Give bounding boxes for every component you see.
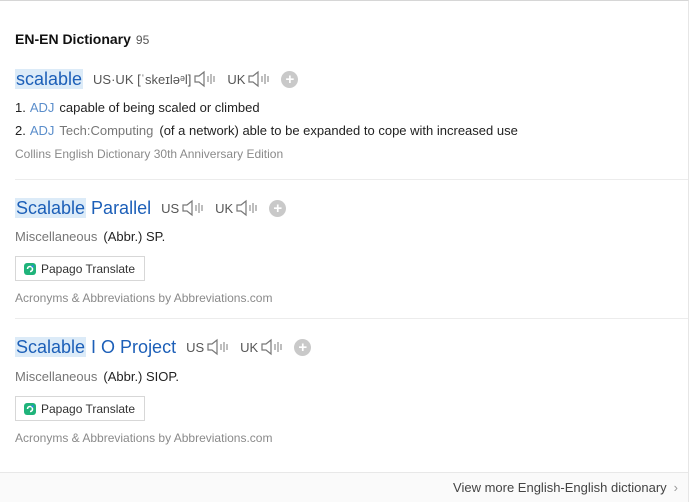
pronunciation-uk: UK	[227, 71, 246, 87]
papago-translate-button[interactable]: Papago Translate	[15, 396, 146, 421]
sense-item: 1. ADJ capable of being scaled or climbe…	[15, 96, 688, 119]
chevron-right-icon: ›	[673, 480, 678, 495]
pronunciation-uk: UK	[215, 200, 234, 216]
definition-line: Miscellaneous (Abbr.) SIOP.	[15, 365, 688, 388]
part-of-speech: ADJ	[29, 123, 55, 138]
pronunciation-us-uk: US·UK [ˈskeɪləᵊl]	[93, 71, 192, 87]
source-credit: Collins English Dictionary 30th Annivers…	[15, 147, 284, 161]
definition-text: (Abbr.) SP.	[103, 229, 166, 244]
definition-line: Miscellaneous (Abbr.) SP.	[15, 225, 688, 248]
sense-item: 2. ADJ Tech:Computing (of a network) abl…	[15, 119, 688, 142]
entry-scalable-io-project: Scalable I O Project US UK + Miscellaneo…	[15, 334, 688, 445]
papago-label: Papago Translate	[41, 261, 136, 276]
speaker-icon[interactable]	[235, 199, 261, 217]
pronunciation-us: US	[161, 200, 180, 216]
papago-row: Papago Translate	[15, 396, 688, 421]
plus-icon[interactable]: +	[294, 338, 312, 356]
subject-field: Tech:Computing	[59, 123, 154, 138]
plus-icon[interactable]: +	[269, 199, 287, 217]
papago-translate-button[interactable]: Papago Translate	[15, 256, 146, 281]
speaker-icon[interactable]	[247, 70, 273, 88]
definition-text: (Abbr.) SIOP.	[103, 369, 180, 384]
sense-text: (of a network) able to be expanded to co…	[159, 123, 518, 138]
sense-number: 2.	[15, 123, 26, 138]
papago-icon	[24, 262, 36, 275]
source-credit: Acronyms & Abbreviations by Abbreviation…	[15, 431, 273, 445]
papago-row: Papago Translate	[15, 256, 688, 281]
plus-icon[interactable]: +	[281, 70, 299, 88]
part-of-speech: ADJ	[29, 100, 55, 115]
papago-icon	[24, 402, 36, 415]
category-label: Miscellaneous	[15, 369, 98, 384]
entry-scalable-parallel: Scalable Parallel US UK + Miscellaneous …	[15, 195, 688, 305]
headword-rest: I O Project	[86, 336, 177, 357]
speaker-icon[interactable]	[193, 70, 219, 88]
headword-highlight: scalable	[15, 68, 84, 89]
dictionary-header: EN-EN Dictionary 95	[15, 31, 149, 47]
footer-bar: View more English-English dictionary ›	[0, 472, 688, 502]
speaker-icon[interactable]	[260, 338, 286, 356]
headword-link[interactable]: Scalable I O Project	[15, 336, 177, 358]
speaker-icon[interactable]	[206, 338, 232, 356]
pronunciation-uk: UK	[240, 339, 259, 355]
divider	[15, 318, 688, 319]
papago-label: Papago Translate	[41, 401, 136, 416]
dictionary-panel: EN-EN Dictionary 95 scalable US·UK [ˈske…	[0, 0, 689, 502]
entry-head: Scalable I O Project US UK +	[15, 334, 688, 360]
headword-link[interactable]: Scalable Parallel	[15, 197, 152, 219]
divider	[15, 179, 688, 180]
speaker-icon[interactable]	[181, 199, 207, 217]
sense-text: capable of being scaled or climbed	[59, 100, 260, 115]
view-more-link[interactable]: View more English-English dictionary ›	[453, 480, 678, 495]
pronunciation-us: US	[186, 339, 205, 355]
dictionary-title: EN-EN Dictionary	[15, 31, 131, 47]
entry-head: Scalable Parallel US UK +	[15, 195, 688, 221]
result-count: 95	[135, 33, 150, 47]
entry-head: scalable US·UK [ˈskeɪləᵊl] UK +	[15, 66, 688, 92]
headword-link[interactable]: scalable	[15, 68, 84, 90]
entry-scalable: scalable US·UK [ˈskeɪləᵊl] UK + 1. ADJ c…	[15, 66, 688, 161]
source-credit: Acronyms & Abbreviations by Abbreviation…	[15, 291, 273, 305]
category-label: Miscellaneous	[15, 229, 98, 244]
sense-number: 1.	[15, 100, 26, 115]
view-more-label: View more English-English dictionary	[453, 480, 667, 495]
headword-highlight: Scalable	[15, 336, 87, 357]
headword-highlight: Scalable	[15, 197, 87, 218]
headword-rest: Parallel	[86, 197, 152, 218]
